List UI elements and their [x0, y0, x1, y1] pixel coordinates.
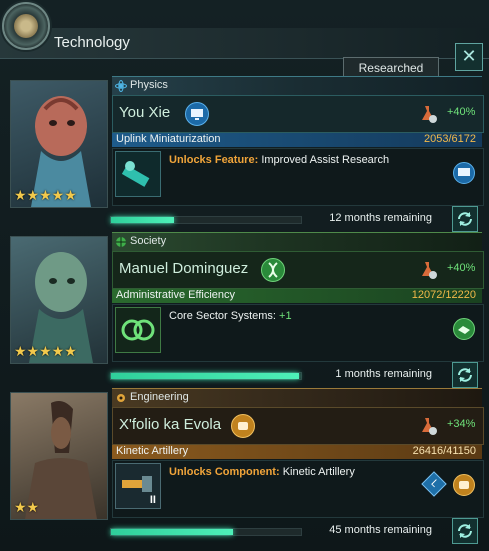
tier-label: II [149, 494, 156, 506]
gear-icon [117, 394, 125, 402]
research-bonus: +40% [447, 262, 476, 274]
change-research-button[interactable] [452, 518, 478, 544]
scientist-portrait[interactable]: ★★★★★ [10, 236, 108, 364]
scientist-row[interactable]: You Xie +40% [112, 95, 484, 133]
project-details[interactable]: II Unlocks Component: Kinetic Artillery … [112, 460, 484, 518]
scientist-name: X'folio ka Evola [119, 416, 222, 433]
project-progress-text: 2053/6172 [424, 133, 476, 145]
cycle-icon [458, 368, 472, 382]
research-slot-physics: ★★★★★ Physics You Xie +40% Uplink Miniat… [0, 76, 489, 233]
research-bonus: +34% [447, 418, 476, 430]
cycle-icon [458, 524, 472, 538]
engineering-fist-icon [453, 474, 475, 496]
category-label: Physics [130, 79, 168, 91]
category-header: Physics [112, 76, 482, 95]
skill-stars: ★★★★★ [14, 187, 77, 203]
project-progress-text: 26416/41150 [412, 445, 476, 457]
scientist-row[interactable]: Manuel Dominguez +40% [112, 251, 484, 289]
skill-stars: ★★ [14, 499, 40, 515]
unlock-text: Unlocks Component: Kinetic Artillery [169, 466, 355, 478]
scientist-portrait[interactable]: ★★★★★ [10, 80, 108, 208]
scientist-row[interactable]: X'folio ka Evola +34% [112, 407, 484, 445]
tech-icon: II [115, 463, 161, 509]
scientist-name: You Xie [119, 104, 171, 121]
project-name: Uplink Miniaturization [116, 133, 221, 145]
progress-row: 12 months remaining [110, 206, 482, 232]
globe-icon [116, 237, 126, 247]
time-remaining: 12 months remaining [329, 212, 432, 224]
project-details[interactable]: Core Sector Systems: +1 [112, 304, 484, 362]
project-name: Kinetic Artillery [116, 445, 189, 457]
dna-icon [261, 258, 285, 282]
category-header: Society [112, 232, 482, 251]
tech-icon [115, 307, 161, 353]
unlock-text: Unlocks Feature: Improved Assist Researc… [169, 154, 390, 166]
scientist-name: Manuel Dominguez [119, 260, 249, 277]
scientist-portrait[interactable]: ★★ [10, 392, 108, 520]
computer-icon [453, 162, 475, 184]
progress-bar [110, 216, 302, 224]
technology-panel: Technology ✕ Researched ★★★★★ Physics Yo… [0, 0, 489, 551]
project-header: Uplink Miniaturization 2053/6172 [112, 133, 482, 147]
research-slot-society: ★★★★★ Society Manuel Dominguez +40% Admi… [0, 232, 489, 389]
progress-bar [110, 372, 302, 380]
size-badge: L [421, 471, 447, 497]
time-remaining: 45 months remaining [329, 524, 432, 536]
time-remaining: 1 months remaining [335, 368, 432, 380]
research-speed-icon [422, 418, 437, 435]
project-details[interactable]: Unlocks Feature: Improved Assist Researc… [112, 148, 484, 206]
change-research-button[interactable] [452, 362, 478, 388]
project-header: Administrative Efficiency 12072/12220 [112, 289, 482, 303]
close-button[interactable]: ✕ [455, 43, 483, 71]
project-progress-text: 12072/12220 [411, 289, 476, 301]
unlock-text: Core Sector Systems: +1 [169, 310, 292, 322]
research-bonus: +40% [447, 106, 476, 118]
progress-row: 1 months remaining [110, 362, 482, 388]
progress-bar [110, 528, 302, 536]
research-slot-engineering: ★★ Engineering X'folio ka Evola +34% Kin… [0, 388, 489, 545]
category-label: Society [130, 235, 167, 247]
research-speed-icon [422, 106, 437, 123]
tech-icon [115, 151, 161, 197]
atom-icon [115, 80, 127, 92]
panel-title: Technology [54, 34, 130, 51]
research-speed-icon [422, 262, 437, 279]
project-header: Kinetic Artillery 26416/41150 [112, 445, 482, 459]
category-header: Engineering [112, 388, 482, 407]
computer-icon [185, 102, 209, 126]
category-label: Engineering [130, 391, 189, 403]
project-name: Administrative Efficiency [116, 289, 236, 301]
handshake-icon [453, 318, 475, 340]
empire-emblem-icon[interactable] [2, 2, 50, 50]
cycle-icon [458, 212, 472, 226]
progress-row: 45 months remaining [110, 518, 482, 544]
engineering-fist-icon [231, 414, 255, 438]
change-research-button[interactable] [452, 206, 478, 232]
skill-stars: ★★★★★ [14, 343, 77, 359]
